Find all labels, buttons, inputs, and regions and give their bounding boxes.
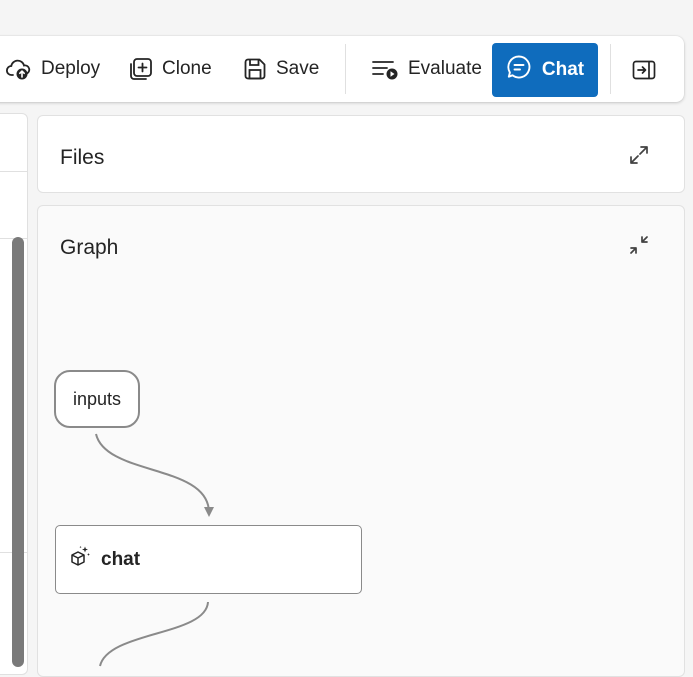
toggle-panel-button[interactable] — [632, 56, 656, 84]
cloud-upload-icon — [6, 57, 32, 81]
node-label: inputs — [72, 388, 122, 409]
deploy-label: Deploy — [41, 58, 101, 79]
graph-panel: Graph inputs chat — [37, 205, 685, 677]
divider — [0, 171, 27, 172]
graph-edges — [95, 433, 214, 667]
chat-label: Chat — [541, 59, 585, 80]
panel-toggle-icon — [632, 59, 656, 81]
graph-node-inputs[interactable]: inputs — [54, 370, 140, 428]
edge-inputs-to-chat — [95, 433, 210, 513]
chat-bubble-icon — [506, 54, 532, 86]
clone-label: Clone — [162, 58, 212, 79]
expand-icon[interactable] — [628, 144, 650, 166]
toolbar: Deploy Clone Save Evaluate Chat — [0, 36, 684, 102]
graph-node-chat[interactable]: chat — [55, 525, 362, 594]
evaluate-icon — [371, 57, 399, 81]
node-label: chat — [101, 549, 141, 570]
clone-button[interactable]: Clone — [129, 45, 212, 93]
toolbar-divider — [610, 44, 611, 94]
clone-icon — [129, 57, 153, 81]
deploy-button[interactable]: Deploy — [6, 45, 100, 93]
chat-button[interactable]: Chat — [492, 43, 598, 97]
files-panel: Files — [37, 115, 685, 193]
evaluate-label: Evaluate — [408, 58, 482, 79]
save-button[interactable]: Save — [243, 45, 319, 93]
files-title: Files — [60, 146, 105, 169]
llm-sparkle-cube-icon — [69, 545, 91, 572]
edge-arrowhead — [204, 507, 214, 517]
vertical-scrollbar[interactable] — [12, 237, 24, 667]
evaluate-button[interactable]: Evaluate — [371, 45, 482, 93]
edge-chat-to-next — [99, 601, 209, 667]
toolbar-divider — [345, 44, 346, 94]
save-label: Save — [276, 58, 320, 79]
save-icon — [243, 57, 267, 81]
